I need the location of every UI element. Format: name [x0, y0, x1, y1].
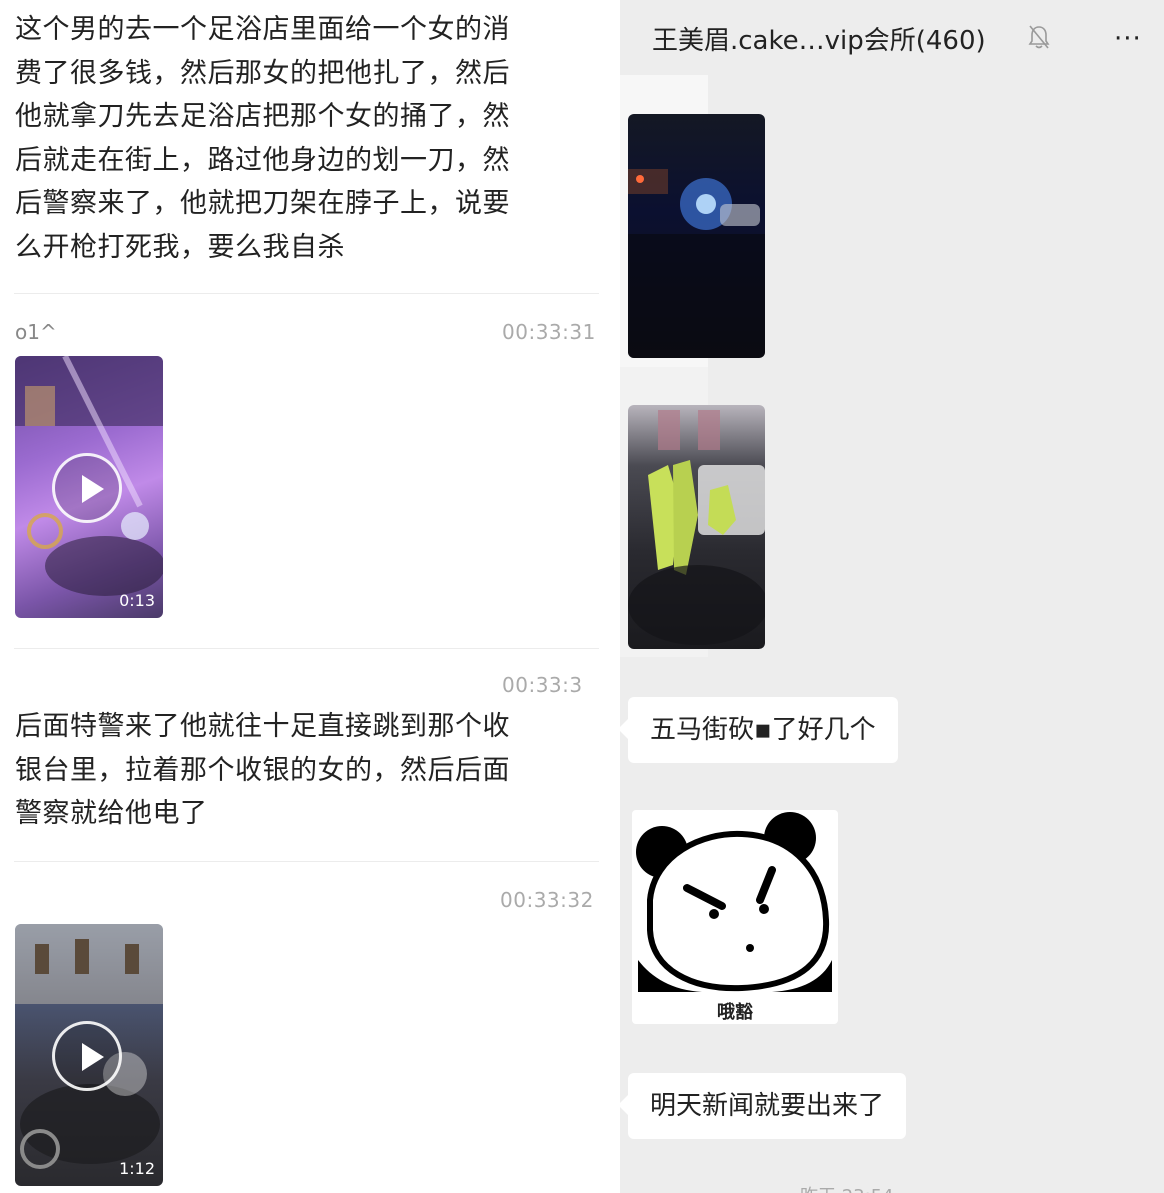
timestamp: 00:33:3 — [502, 673, 583, 697]
chat-title[interactable]: 王美眉.cake…vip会所(460) — [652, 20, 986, 57]
message-bubble[interactable]: 五马街砍▪了好几个 — [620, 697, 898, 763]
right-chat-panel: 王美眉.cake…vip会所(460) ··· 五马街砍▪了好几个 哦豁 明天新… — [620, 0, 1164, 1193]
sender-name[interactable]: o1^ — [15, 320, 57, 344]
photo-scene — [628, 410, 765, 645]
bell-muted-icon — [1028, 25, 1050, 49]
message-text: 这个男的去一个足浴店里面给一个女的消 费了很多钱，然后那女的把他扎了，然后 他就… — [15, 14, 510, 263]
play-icon[interactable] — [52, 1021, 122, 1091]
chat-header: 王美眉.cake…vip会所(460) ··· — [620, 0, 1164, 75]
panda-sticker-icon — [636, 812, 832, 992]
divider — [14, 293, 599, 294]
sticker[interactable]: 哦豁 — [632, 810, 838, 1024]
timestamp: 00:33:32 — [500, 888, 594, 912]
photo-scene — [628, 169, 765, 358]
video-duration: 1:12 — [119, 1159, 155, 1178]
sticker-caption: 哦豁 — [717, 1002, 753, 1023]
photo-thumbnail[interactable] — [628, 114, 765, 358]
more-dots-icon[interactable]: ··· — [1114, 24, 1142, 54]
play-icon[interactable] — [52, 453, 122, 523]
timestamp: 00:33:31 — [502, 320, 596, 344]
video-thumbnail[interactable]: 0:13 — [15, 356, 163, 618]
divider — [14, 861, 599, 862]
divider — [14, 648, 599, 649]
message-bubble[interactable]: 明天新闻就要出来了 — [620, 1073, 907, 1139]
video-thumbnail[interactable]: 1:12 — [15, 924, 163, 1186]
video-duration: 0:13 — [119, 591, 155, 610]
left-chat-panel: 这个男的去一个足浴店里面给一个女的消 费了很多钱，然后那女的把他扎了，然后 他就… — [0, 0, 620, 1193]
timestamp: 昨天 23:54 — [800, 1182, 894, 1193]
message-text: 后面特警来了他就往十足直接跳到那个收 银台里，拉着那个收银的女的，然后后面 警察… — [15, 711, 510, 829]
photo-thumbnail[interactable] — [628, 405, 765, 649]
